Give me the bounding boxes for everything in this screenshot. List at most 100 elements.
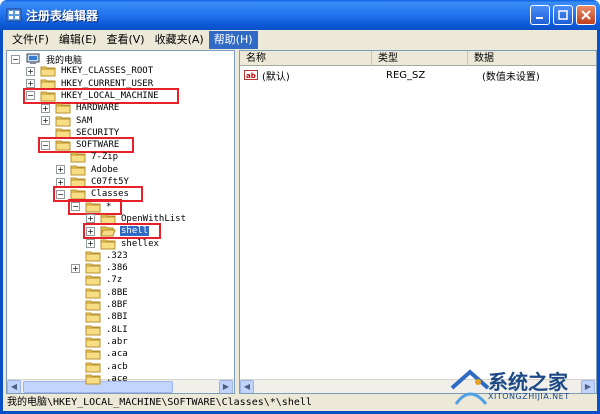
expand-icon[interactable]: + bbox=[56, 165, 65, 175]
tree-node[interactable]: + shellex bbox=[86, 238, 160, 250]
expand-icon[interactable]: + bbox=[86, 239, 95, 248]
tree-node[interactable]: .aca bbox=[71, 348, 129, 360]
menu-view[interactable]: 查看(V) bbox=[101, 31, 149, 49]
folder-icon bbox=[85, 288, 101, 299]
tree-node[interactable]: + SAM bbox=[41, 115, 93, 127]
close-icon bbox=[581, 10, 591, 20]
folder-icon bbox=[70, 152, 86, 163]
tree-node[interactable]: + HKEY_CLASSES_ROOT bbox=[26, 65, 154, 77]
expand-icon[interactable]: + bbox=[56, 177, 65, 187]
title-bar[interactable]: 注册表编辑器 bbox=[0, 0, 600, 30]
status-path: 我的电脑\HKEY_LOCAL_MACHINE\SOFTWARE\Classes… bbox=[7, 397, 312, 408]
scroll-left-icon[interactable]: ◀ bbox=[7, 380, 21, 393]
column-type[interactable]: 类型 bbox=[372, 51, 468, 66]
menu-bar: 文件(F) 编辑(E) 查看(V) 收藏夹(A) 帮助(H) bbox=[0, 30, 600, 50]
watermark-url: XITONGZHIJIA.NET bbox=[488, 392, 570, 401]
list-header: 名称 类型 数据 bbox=[240, 51, 596, 66]
folder-icon bbox=[85, 312, 101, 323]
folder-icon bbox=[55, 116, 71, 126]
maximize-icon bbox=[558, 10, 568, 20]
ab-value-icon: ab bbox=[244, 70, 258, 80]
folder-icon bbox=[85, 300, 101, 311]
minimize-icon bbox=[536, 17, 543, 19]
scroll-right-icon[interactable]: ▶ bbox=[219, 380, 233, 393]
house-icon bbox=[450, 369, 490, 405]
tree-node[interactable]: + Adobe bbox=[56, 164, 119, 176]
expand-icon[interactable]: + bbox=[26, 79, 35, 89]
computer-icon bbox=[26, 53, 40, 64]
window-title: 注册表编辑器 bbox=[26, 9, 99, 23]
tree-node-label: .abr bbox=[106, 336, 128, 347]
tree-node-label: HARDWARE bbox=[76, 103, 120, 114]
menu-favorites[interactable]: 收藏夹(A) bbox=[150, 31, 209, 49]
tree-node-label: .8LI bbox=[106, 324, 128, 335]
registry-editor-icon bbox=[6, 8, 22, 22]
expand-icon[interactable]: + bbox=[26, 66, 35, 76]
column-data[interactable]: 数据 bbox=[468, 51, 596, 66]
column-name[interactable]: 名称 bbox=[240, 51, 372, 66]
maximize-button[interactable] bbox=[553, 5, 573, 25]
tree-node-label: .8BF bbox=[106, 300, 128, 310]
tree-node-label: SAM bbox=[76, 115, 93, 126]
watermark-logo: 系统之家 XITONGZHIJIA.NET bbox=[448, 364, 598, 412]
folder-icon bbox=[85, 275, 101, 286]
tree-node[interactable]: .abr bbox=[71, 336, 129, 348]
folder-icon bbox=[85, 362, 101, 372]
menu-edit[interactable]: 编辑(E) bbox=[54, 31, 102, 49]
value-data: (数值未设置) bbox=[482, 71, 540, 83]
expand-icon[interactable]: + bbox=[71, 263, 80, 273]
tree-node[interactable]: .ace bbox=[71, 373, 129, 385]
folder-icon bbox=[85, 337, 101, 348]
tree-node[interactable]: + .386 bbox=[71, 262, 129, 274]
folder-icon bbox=[40, 66, 56, 77]
folder-icon bbox=[100, 239, 116, 249]
scroll-left-icon[interactable]: ◀ bbox=[240, 380, 254, 393]
tree-node-label: 7-Zip bbox=[91, 152, 119, 163]
tree-node-label: shellex bbox=[121, 238, 159, 249]
tree-node-label: .aca bbox=[106, 349, 128, 360]
expand-icon[interactable]: + bbox=[86, 214, 95, 224]
menu-help[interactable]: 帮助(H) bbox=[208, 31, 258, 49]
tree-node-label: .386 bbox=[106, 263, 128, 274]
main-area: ◀ ▶ − 我的电脑 + HKEY_CLASSES_ROOT + HKEY_CURRENT… bbox=[0, 50, 600, 394]
menu-file[interactable]: 文件(F) bbox=[7, 31, 54, 49]
minimize-button[interactable] bbox=[530, 5, 550, 25]
folder-icon bbox=[55, 103, 71, 114]
tree-node-label: HKEY_CLASSES_ROOT bbox=[61, 66, 154, 77]
folder-icon bbox=[85, 325, 101, 336]
tree-node-label: .323 bbox=[106, 250, 128, 261]
tree-node[interactable]: .8LI bbox=[71, 324, 129, 336]
svg-text:ab: ab bbox=[246, 72, 256, 80]
expand-icon[interactable]: + bbox=[41, 103, 50, 113]
tree-node[interactable]: .8BI bbox=[71, 311, 129, 323]
folder-icon bbox=[70, 165, 86, 176]
tree-node[interactable]: 7-Zip bbox=[56, 151, 119, 163]
tree-node-label: 我的电脑 bbox=[46, 55, 83, 66]
registry-tree[interactable]: ◀ ▶ − 我的电脑 + HKEY_CLASSES_ROOT + HKEY_CURRENT… bbox=[6, 50, 235, 394]
tree-node-label: .acb bbox=[106, 361, 128, 372]
tree-node-label: .8BI bbox=[106, 312, 128, 323]
tree-node[interactable]: − 我的电脑 bbox=[11, 53, 83, 66]
folder-icon bbox=[85, 349, 101, 360]
tree-node[interactable]: .8BE bbox=[71, 287, 129, 299]
value-type: REG_SZ bbox=[386, 69, 426, 81]
list-item[interactable]: ab (默认) REG_SZ (数值未设置) bbox=[240, 69, 596, 83]
folder-icon bbox=[85, 374, 101, 385]
close-button[interactable] bbox=[576, 5, 596, 25]
value-list[interactable]: 名称 类型 数据 ab (默认) REG_SZ (数值未设置) ◀ ▶ bbox=[239, 50, 597, 394]
value-name: (默认) bbox=[262, 71, 290, 83]
tree-node-label: .7z bbox=[106, 275, 123, 286]
tree-node-label: .8BE bbox=[106, 287, 128, 298]
collapse-icon[interactable]: − bbox=[11, 54, 20, 64]
folder-icon bbox=[85, 263, 101, 274]
tree-node[interactable]: + HARDWARE bbox=[41, 102, 120, 114]
tree-node[interactable]: .8BF bbox=[71, 299, 129, 311]
tree-node-label: .ace bbox=[106, 373, 128, 384]
tree-node-label: Adobe bbox=[91, 164, 119, 175]
tree-node[interactable]: .323 bbox=[71, 250, 129, 262]
watermark-text: 系统之家 bbox=[488, 370, 568, 394]
folder-icon bbox=[85, 251, 101, 262]
tree-node[interactable]: .7z bbox=[71, 274, 123, 286]
tree-node[interactable]: .acb bbox=[71, 361, 129, 373]
expand-icon[interactable]: + bbox=[41, 116, 50, 125]
